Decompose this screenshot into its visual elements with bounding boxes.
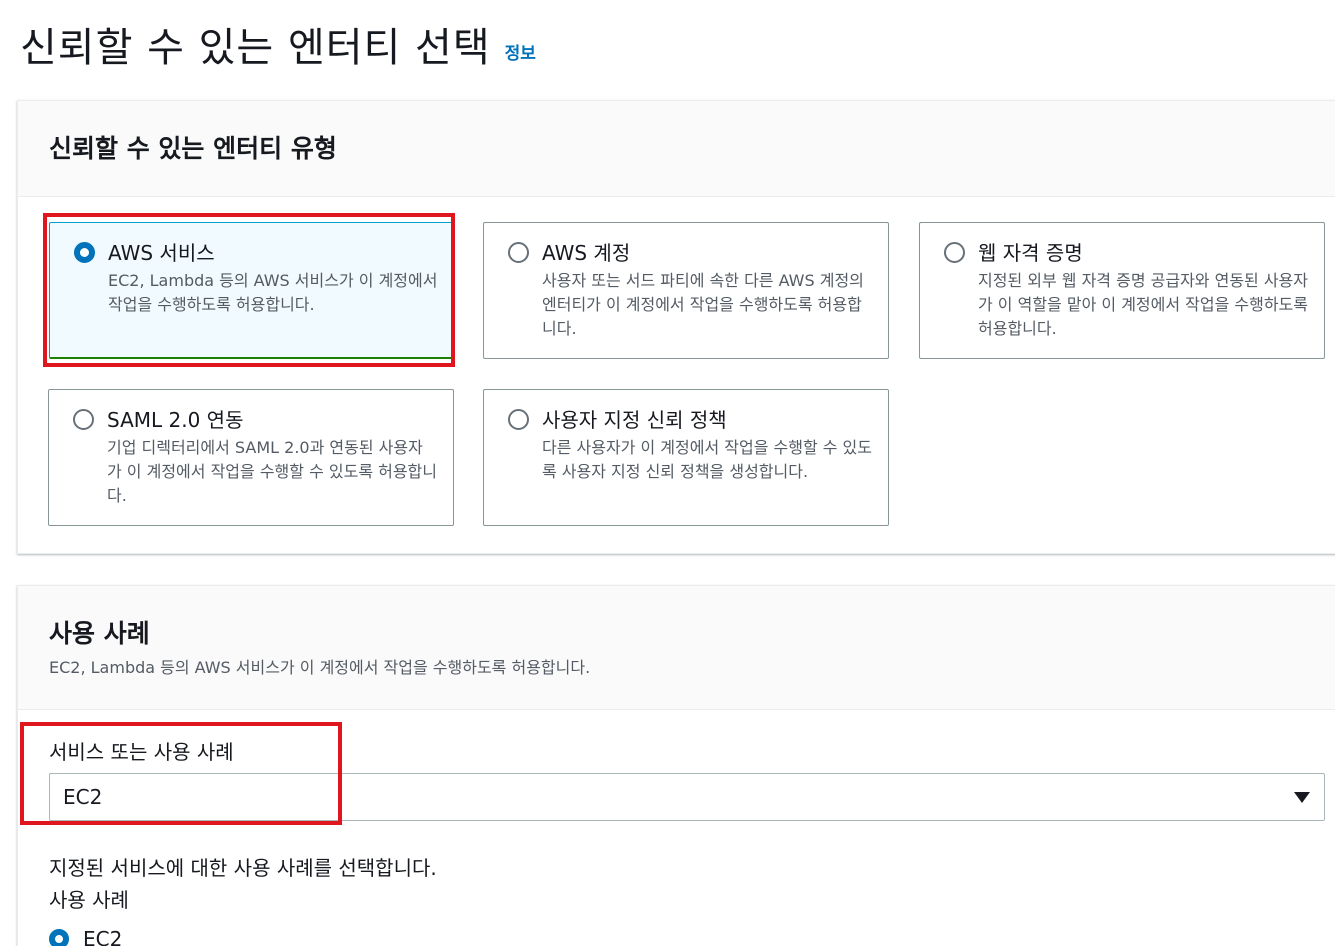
tile-description: 다른 사용자가 이 계정에서 작업을 수행할 수 있도록 사용자 지정 신뢰 정… [542, 438, 873, 481]
service-select[interactable]: EC2 [49, 773, 1325, 821]
tile-title: 사용자 지정 신뢰 정책 [542, 408, 727, 432]
radio-icon[interactable] [944, 242, 965, 263]
tile-description: EC2, Lambda 등의 AWS 서비스가 이 계정에서 작업을 수행하도록… [108, 271, 438, 314]
page-header: 신뢰할 수 있는 엔터티 선택 정보 [20, 14, 536, 74]
tile-title: SAML 2.0 연동 [107, 408, 244, 432]
tile-description: 사용자 또는 서드 파티에 속한 다른 AWS 계정의 엔터티가 이 계정에서 … [542, 271, 864, 338]
select-value: EC2 [63, 785, 103, 809]
tile-description: 지정된 외부 웹 자격 증명 공급자와 연동된 사용자가 이 역할을 맡아 이 … [978, 271, 1309, 338]
tile-title: AWS 계정 [542, 241, 631, 265]
tile-custom-trust-policy[interactable]: 사용자 지정 신뢰 정책 다른 사용자가 이 계정에서 작업을 수행할 수 있도… [483, 389, 889, 526]
tile-web-identity[interactable]: 웹 자격 증명 지정된 외부 웹 자격 증명 공급자와 연동된 사용자가 이 역… [919, 222, 1325, 359]
use-case-option-label: EC2 [83, 927, 123, 946]
radio-icon[interactable] [508, 242, 529, 263]
radio-icon[interactable] [508, 409, 529, 430]
tile-description: 기업 디렉터리에서 SAML 2.0과 연동된 사용자가 이 계정에서 작업을 … [107, 438, 438, 505]
tile-aws-service[interactable]: AWS 서비스 EC2, Lambda 등의 AWS 서비스가 이 계정에서 작… [49, 222, 455, 359]
tile-title: AWS 서비스 [108, 241, 215, 265]
panel-header: 사용 사례 EC2, Lambda 등의 AWS 서비스가 이 계정에서 작업을… [18, 586, 1335, 710]
panel-title: 신뢰할 수 있는 엔터티 유형 [49, 134, 337, 163]
tile-aws-account[interactable]: AWS 계정 사용자 또는 서드 파티에 속한 다른 AWS 계정의 엔터티가 … [483, 222, 889, 359]
help-text: 지정된 서비스에 대한 사용 사례를 선택합니다. [49, 856, 437, 880]
radio-selected-icon[interactable] [49, 929, 69, 946]
info-link[interactable]: 정보 [505, 39, 536, 64]
page-title: 신뢰할 수 있는 엔터티 선택 [20, 25, 491, 71]
radio-selected-icon[interactable] [74, 242, 95, 263]
tile-title: 웹 자격 증명 [978, 241, 1083, 265]
use-case-label: 사용 사례 [49, 888, 129, 912]
tile-saml-federation[interactable]: SAML 2.0 연동 기업 디렉터리에서 SAML 2.0과 연동된 사용자가… [48, 389, 454, 526]
panel-title: 사용 사례 [49, 619, 150, 648]
use-case-panel: 사용 사례 EC2, Lambda 등의 AWS 서비스가 이 계정에서 작업을… [17, 585, 1335, 946]
caret-down-icon [1294, 792, 1310, 803]
trusted-entity-type-panel: 신뢰할 수 있는 엔터티 유형 AWS 서비스 EC2, Lambda 등의 A… [17, 100, 1335, 554]
use-case-option-ec2[interactable]: EC2 [49, 924, 122, 946]
radio-icon[interactable] [73, 409, 94, 430]
service-select-label: 서비스 또는 사용 사례 [49, 740, 234, 764]
panel-description: EC2, Lambda 등의 AWS 서비스가 이 계정에서 작업을 수행하도록… [49, 658, 591, 677]
panel-header: 신뢰할 수 있는 엔터티 유형 [18, 101, 1335, 197]
